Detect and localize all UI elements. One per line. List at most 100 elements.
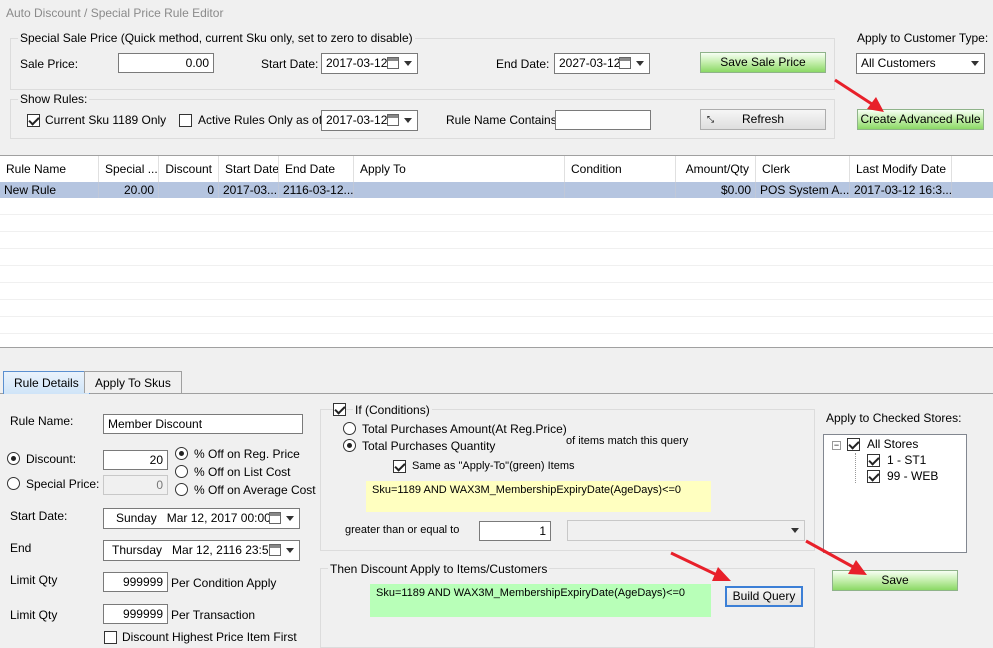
chevron-down-icon[interactable] xyxy=(286,548,294,553)
limit-qty-per-condition-input[interactable]: 999999 xyxy=(103,572,168,592)
discount-radio[interactable] xyxy=(7,452,20,465)
discount-input[interactable]: 20 xyxy=(103,450,168,470)
table-cell: $0.00 xyxy=(676,182,756,198)
apply-query[interactable]: Sku=1189 AND WAX3M_MembershipExpiryDate(… xyxy=(370,584,711,617)
calendar-icon[interactable] xyxy=(269,512,281,524)
special-price-label: Special Price: xyxy=(26,477,100,491)
chevron-down-icon[interactable] xyxy=(404,61,412,66)
start-date-value: 2017-03-12 xyxy=(326,56,388,70)
chevron-down-icon[interactable] xyxy=(404,118,412,123)
then-label: Then Discount Apply to Items/Customers xyxy=(328,562,550,576)
column-header[interactable]: Clerk xyxy=(756,156,850,182)
start-datetime: Mar 12, 2017 00:00 xyxy=(166,511,271,525)
calendar-icon[interactable] xyxy=(269,544,281,556)
stores-tree[interactable]: − All Stores 1 - ST1 99 - WEB xyxy=(823,434,967,553)
chevron-down-icon[interactable] xyxy=(636,61,644,66)
end-date-picker[interactable]: 2027-03-12 xyxy=(554,53,650,74)
total-amount-label: Total Purchases Amount(At Reg.Price) xyxy=(362,422,567,436)
grid-line xyxy=(0,282,993,283)
column-header[interactable]: Rule Name xyxy=(0,156,99,182)
all-stores-checkbox[interactable] xyxy=(847,438,860,451)
tree-node-store[interactable]: 1 - ST1 xyxy=(887,453,926,467)
refresh-button-label: Refresh xyxy=(741,112,785,126)
table-row[interactable]: New Rule 20.00 0 2017-03... 2116-03-12..… xyxy=(0,182,993,198)
tree-line xyxy=(855,453,856,483)
avg-cost-radio[interactable] xyxy=(175,483,188,496)
build-query-button[interactable]: Build Query xyxy=(725,586,803,607)
column-header[interactable]: Discount xyxy=(159,156,219,182)
rule-name-label: Rule Name: xyxy=(10,414,74,428)
start-date-label: Start Date: xyxy=(261,57,319,71)
table-cell: 2017-03-12 16:3... xyxy=(850,182,952,198)
table-cell: POS System A... xyxy=(756,182,850,198)
chevron-down-icon[interactable] xyxy=(971,61,979,66)
save-button[interactable]: Save xyxy=(832,570,958,591)
special-sale-group-title: Special Sale Price (Quick method, curren… xyxy=(18,31,415,45)
sale-price-input[interactable]: 0.00 xyxy=(118,53,214,73)
if-conditions-checkbox[interactable] xyxy=(333,403,346,416)
limit-qty-per-transaction-input[interactable]: 999999 xyxy=(103,604,168,624)
grid-line xyxy=(0,265,993,266)
table-cell: New Rule xyxy=(0,182,99,198)
list-cost-radio[interactable] xyxy=(175,465,188,478)
calendar-icon[interactable] xyxy=(619,57,631,69)
column-header[interactable]: Last Modify Date xyxy=(850,156,952,182)
chevron-down-icon[interactable] xyxy=(286,516,294,521)
column-header[interactable]: Special ... xyxy=(99,156,159,182)
gte-select[interactable] xyxy=(567,520,805,541)
active-only-checkbox[interactable] xyxy=(179,114,192,127)
column-header[interactable]: Apply To xyxy=(354,156,565,182)
if-conditions-label: If (Conditions) xyxy=(353,403,432,417)
rule-name-contains-input[interactable] xyxy=(555,110,651,130)
start-date-picker[interactable]: 2017-03-12 xyxy=(321,53,418,74)
grid-line xyxy=(0,248,993,249)
refresh-icon: ⤡ xyxy=(706,114,715,124)
end-date-label: End Date: xyxy=(496,57,550,71)
column-header[interactable]: End Date xyxy=(279,156,354,182)
active-date-picker[interactable]: 2017-03-12 xyxy=(321,110,418,131)
column-header[interactable]: Condition xyxy=(565,156,676,182)
reg-price-radio[interactable] xyxy=(175,447,188,460)
per-transaction-label: Per Transaction xyxy=(171,608,256,622)
column-header[interactable]: Amount/Qty xyxy=(676,156,756,182)
gte-label: greater than or equal to xyxy=(345,524,460,536)
detail-start-date-picker[interactable]: Sunday Mar 12, 2017 00:00 xyxy=(103,508,300,529)
store-checkbox[interactable] xyxy=(867,454,880,467)
total-qty-radio[interactable] xyxy=(343,439,356,452)
special-price-radio[interactable] xyxy=(7,477,20,490)
calendar-icon[interactable] xyxy=(387,114,399,126)
per-condition-label: Per Condition Apply xyxy=(171,576,277,590)
tree-node-store[interactable]: 99 - WEB xyxy=(887,469,938,483)
create-advanced-rule-button[interactable]: Create Advanced Rule xyxy=(857,109,984,130)
special-price-input[interactable]: 0 xyxy=(103,475,168,495)
tree-node-all-stores[interactable]: All Stores xyxy=(867,437,918,451)
chevron-down-icon[interactable] xyxy=(791,528,799,533)
refresh-button[interactable]: ⤡ Refresh xyxy=(700,109,826,130)
discount-label: Discount: xyxy=(26,452,77,466)
condition-query[interactable]: Sku=1189 AND WAX3M_MembershipExpiryDate(… xyxy=(366,481,711,512)
gte-input[interactable]: 1 xyxy=(479,521,551,541)
rules-grid[interactable]: Rule Name Special ... Discount Start Dat… xyxy=(0,155,993,348)
total-amount-radio[interactable] xyxy=(343,422,356,435)
start-day: Sunday xyxy=(116,511,157,525)
same-as-checkbox[interactable] xyxy=(393,460,406,473)
grid-line xyxy=(0,231,993,232)
calendar-icon[interactable] xyxy=(387,57,399,69)
store-checkbox[interactable] xyxy=(867,470,880,483)
grid-line xyxy=(0,316,993,317)
table-cell: 2116-03-12... xyxy=(279,182,354,198)
tab-strip-line xyxy=(0,393,993,394)
limit-qty-label: Limit Qty xyxy=(10,573,58,587)
detail-end-date-picker[interactable]: Thursday Mar 12, 2116 23:59 xyxy=(103,540,300,561)
tab-rule-details[interactable]: Rule Details xyxy=(3,371,90,394)
collapse-icon[interactable]: − xyxy=(832,441,841,450)
rule-name-input[interactable]: Member Discount xyxy=(103,414,303,434)
current-sku-checkbox[interactable] xyxy=(27,114,40,127)
customer-type-select[interactable]: All Customers xyxy=(856,53,985,74)
reg-price-label: % Off on Reg. Price xyxy=(194,447,300,461)
tab-apply-to-skus[interactable]: Apply To Skus xyxy=(84,371,182,393)
highest-price-checkbox[interactable] xyxy=(104,631,117,644)
table-cell: 0 xyxy=(159,182,219,198)
save-sale-price-button[interactable]: Save Sale Price xyxy=(700,52,826,73)
column-header[interactable]: Start Date xyxy=(219,156,279,182)
